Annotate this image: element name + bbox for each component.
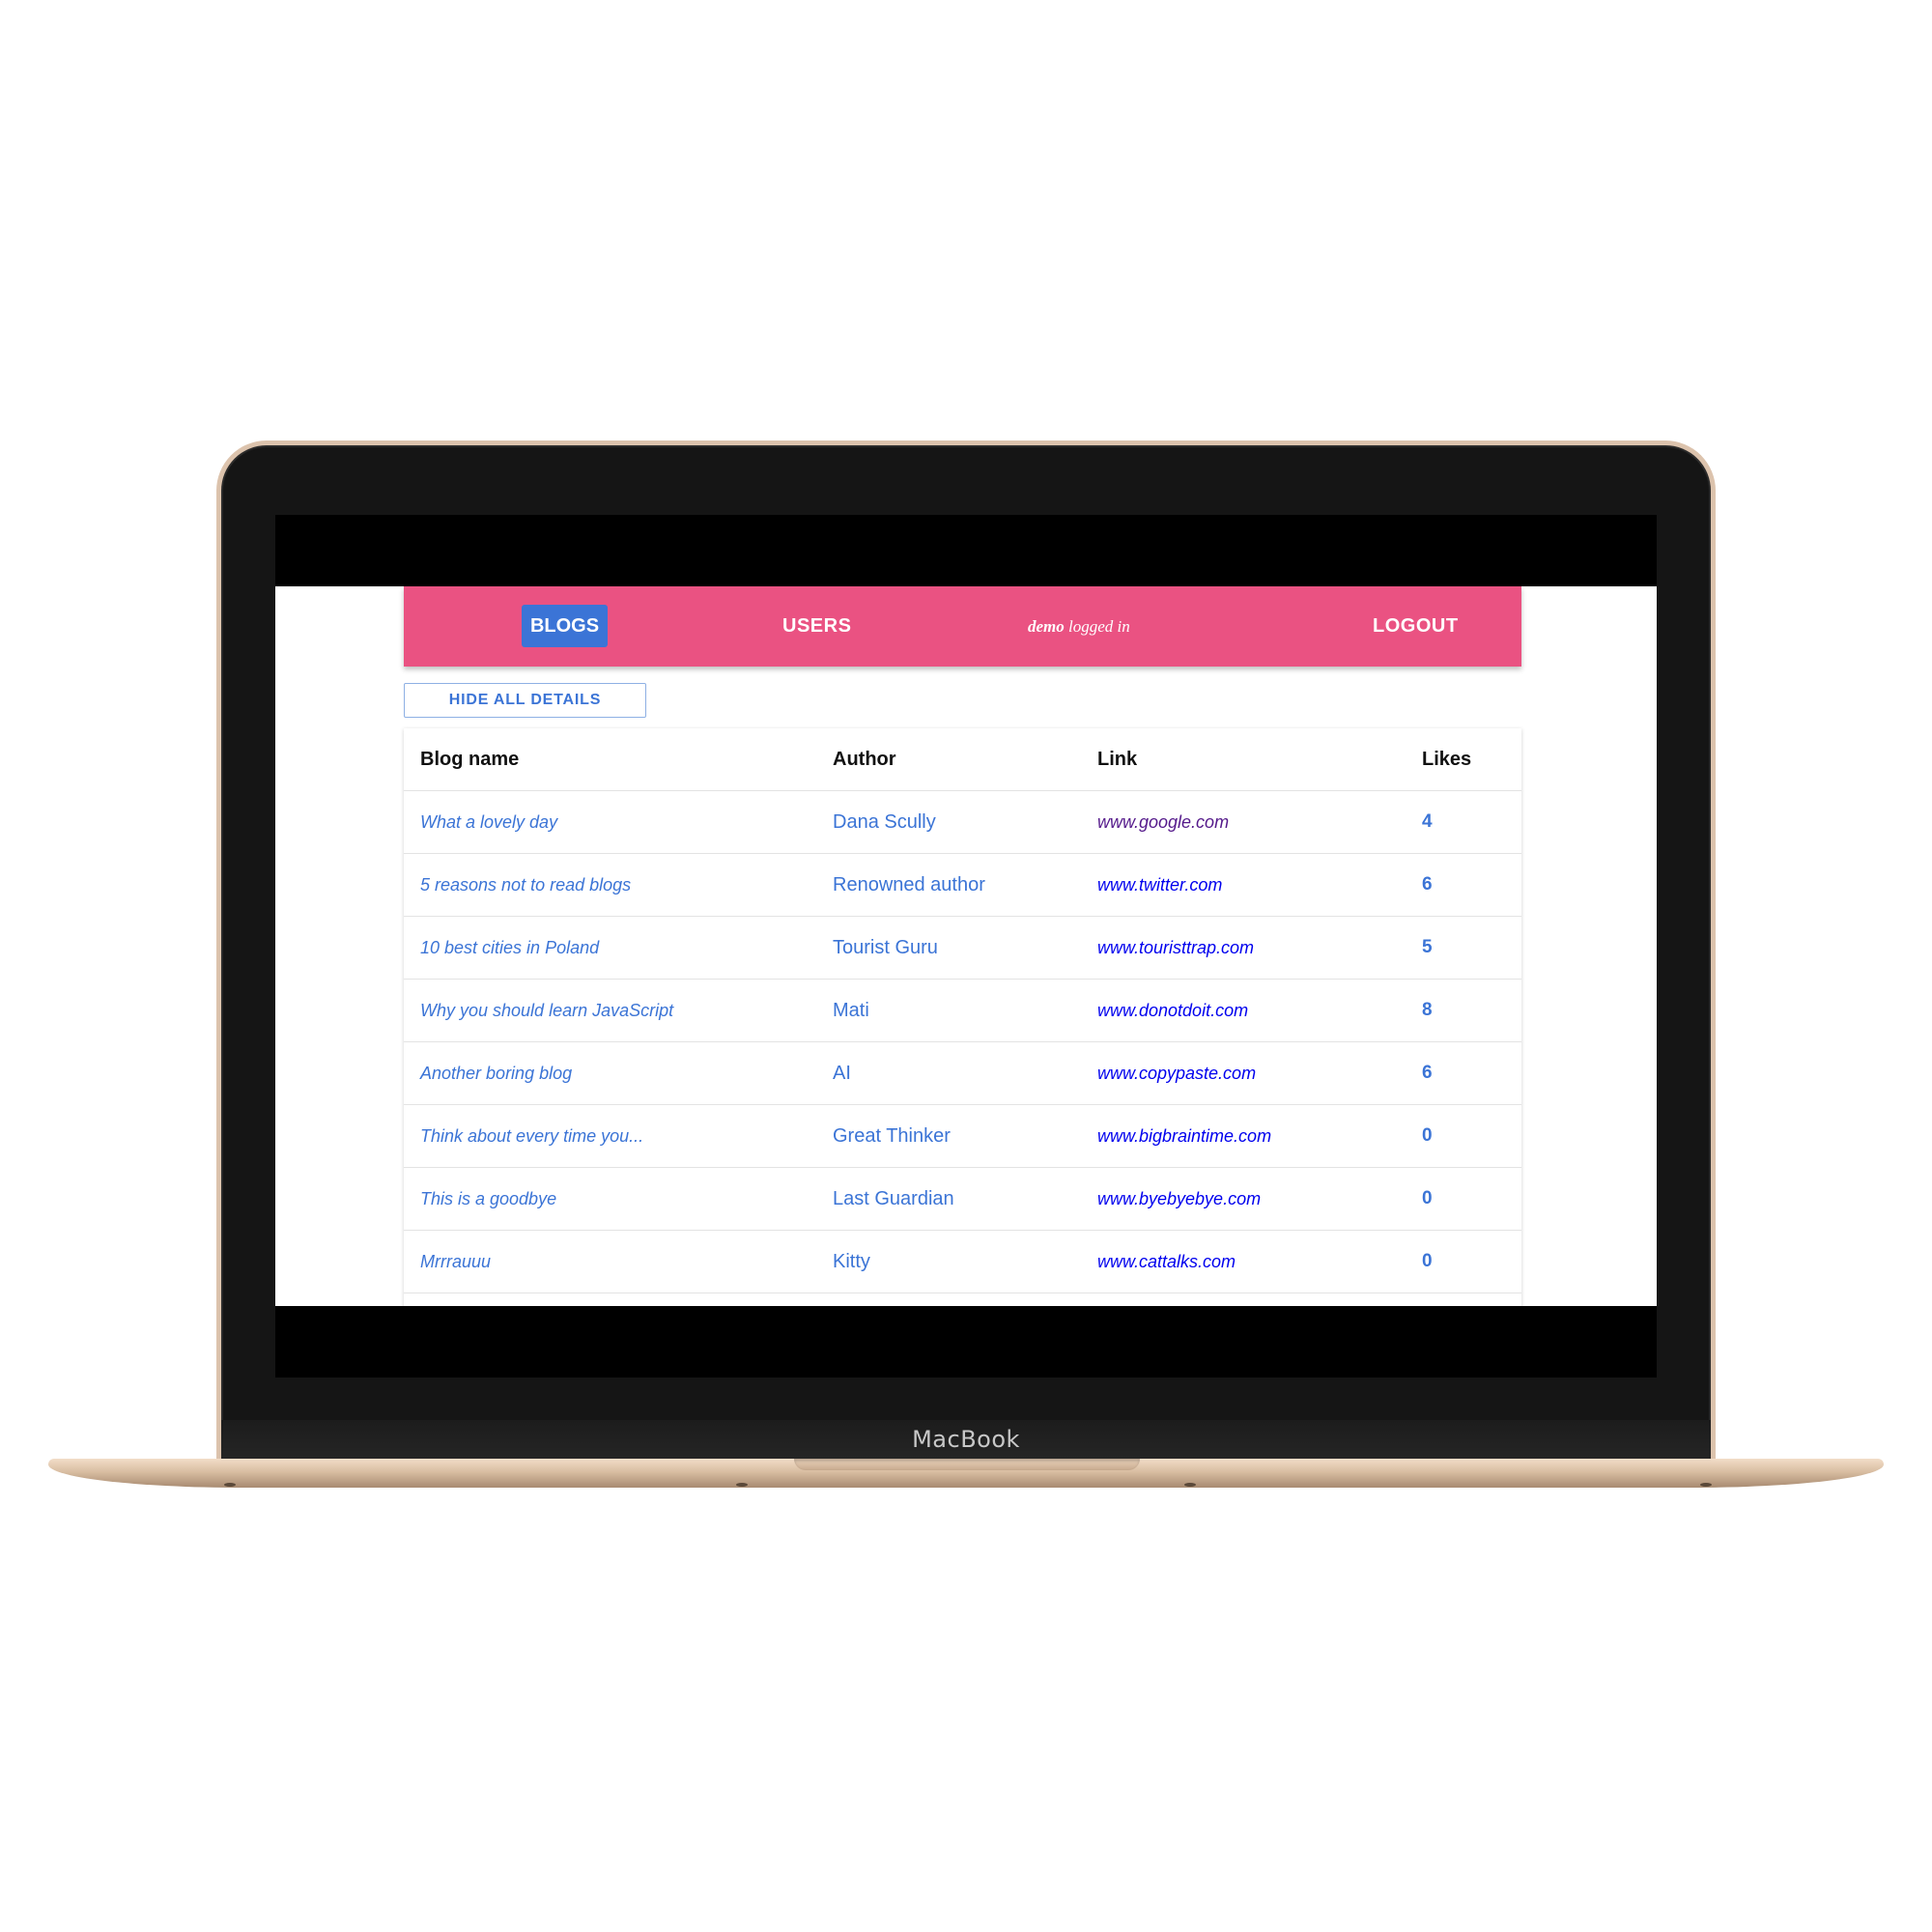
blog-author: Last Guardian — [833, 1188, 954, 1209]
laptop-screen: BLOGS USERS demo logged in LOGOUT HIDE A… — [275, 515, 1657, 1378]
laptop-hinge-notch — [794, 1459, 1140, 1470]
table-row: Mrrrauuu Kitty www.cattalks.com 0 — [404, 1231, 1521, 1293]
laptop-foot — [1184, 1483, 1196, 1487]
blog-likes-count: 8 — [1422, 1000, 1433, 1020]
laptop-foot — [736, 1483, 748, 1487]
column-header-author: Author — [833, 749, 896, 770]
blog-author: AI — [833, 1063, 851, 1084]
blog-likes-count: 0 — [1422, 1125, 1433, 1146]
column-header-likes: Likes — [1422, 749, 1472, 770]
column-header-link: Link — [1097, 749, 1138, 770]
hide-all-details-button[interactable]: HIDE ALL DETAILS — [404, 683, 646, 718]
blog-url-link[interactable]: www.byebyebye.com — [1097, 1168, 1261, 1230]
blog-likes-count: 4 — [1422, 811, 1433, 832]
laptop-foot — [1700, 1483, 1712, 1487]
table-row: What a lovely day Dana Scully www.google… — [404, 791, 1521, 854]
blog-url-link[interactable]: www.cattalks.com — [1097, 1231, 1236, 1293]
blog-url-link[interactable]: www.donotdoit.com — [1097, 980, 1248, 1041]
login-status: demo logged in — [1028, 586, 1130, 667]
blog-author: Dana Scully — [833, 811, 936, 833]
table-row: 5 reasons not to read blogs Renowned aut… — [404, 854, 1521, 917]
blog-url-link[interactable]: www.bigbraintime.com — [1097, 1105, 1271, 1167]
blog-url-link[interactable]: www.touristtrap.com — [1097, 917, 1254, 979]
blog-likes-count: 0 — [1422, 1188, 1433, 1208]
table-row: 10 best cities in Poland Tourist Guru ww… — [404, 917, 1521, 980]
blog-author: Mati — [833, 1000, 869, 1021]
browser-viewport: BLOGS USERS demo logged in LOGOUT HIDE A… — [275, 586, 1657, 1306]
blog-url-link[interactable]: www.google.com — [1097, 791, 1229, 853]
blog-name-link[interactable]: Why you should learn JavaScript — [420, 980, 673, 1041]
blog-author: Renowned author — [833, 874, 985, 895]
nav-blogs-link[interactable]: BLOGS — [522, 605, 608, 647]
column-header-blog-name: Blog name — [420, 749, 520, 770]
blog-url-link[interactable]: www.copypaste.com — [1097, 1042, 1256, 1104]
table-row: Why you should learn JavaScript Mati www… — [404, 980, 1521, 1042]
nav-users-link[interactable]: USERS — [782, 586, 851, 667]
blog-url-link[interactable]: www.twitter.com — [1097, 854, 1222, 916]
blog-name-link[interactable]: Mrrrauuu — [420, 1231, 491, 1293]
blog-author: Tourist Guru — [833, 937, 938, 958]
table-row: Think about every time you... Great Thin… — [404, 1105, 1521, 1168]
blog-likes-count: 6 — [1422, 874, 1433, 895]
logged-in-text: logged in — [1068, 617, 1130, 636]
top-navbar: BLOGS USERS demo logged in LOGOUT — [404, 586, 1521, 667]
blog-name-link[interactable]: Another boring blog — [420, 1042, 572, 1104]
logged-user-name: demo — [1028, 617, 1065, 636]
table-row: Another boring blog AI www.copypaste.com… — [404, 1042, 1521, 1105]
laptop-brand-label: MacBook — [912, 1426, 1020, 1453]
blog-name-link[interactable]: 5 reasons not to read blogs — [420, 854, 631, 916]
blog-likes-count: 6 — [1422, 1063, 1433, 1083]
blog-author: Kitty — [833, 1251, 870, 1272]
blog-likes-count: 0 — [1422, 1251, 1433, 1271]
blog-name-link[interactable]: 10 best cities in Poland — [420, 917, 599, 979]
table-row: This is a goodbye Last Guardian www.byeb… — [404, 1168, 1521, 1231]
blog-author: Great Thinker — [833, 1125, 951, 1147]
blog-name-link[interactable]: Think about every time you... — [420, 1105, 643, 1167]
blog-likes-count: 5 — [1422, 937, 1433, 957]
laptop-foot — [224, 1483, 236, 1487]
logout-button[interactable]: LOGOUT — [1373, 586, 1459, 667]
blog-name-link[interactable]: What a lovely day — [420, 791, 557, 853]
table-header-row: Blog name Author Link Likes — [404, 728, 1521, 791]
blogs-table: Blog name Author Link Likes What a lovel… — [404, 728, 1521, 1306]
blog-name-link[interactable]: This is a goodbye — [420, 1168, 556, 1230]
